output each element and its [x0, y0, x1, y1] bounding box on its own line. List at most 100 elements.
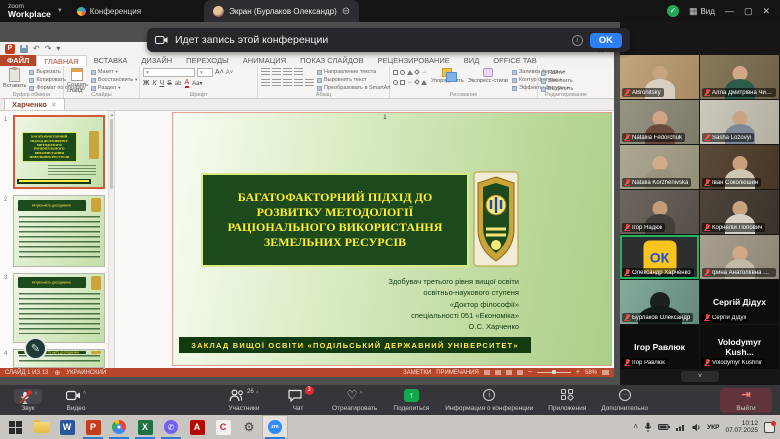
justify-button[interactable]: [294, 79, 303, 87]
paragraph-item-1[interactable]: Выровнять текст: [317, 77, 391, 83]
taskbar-excel-icon[interactable]: X: [132, 415, 158, 439]
slide-title-box[interactable]: БАГАТОФАКТОРНИЙ ПІДХІД ДО РОЗВИТКУ МЕТОД…: [201, 173, 469, 267]
participant-tile[interactable]: Сергій ДідухСергій Дідух: [700, 280, 779, 324]
paste-button[interactable]: Вставить: [3, 68, 26, 91]
taskbar-powerpoint-icon[interactable]: P: [80, 415, 106, 439]
view-button[interactable]: ▦ Вид: [689, 6, 715, 17]
ribbon-tab-officetab[interactable]: OFFICE TAB: [486, 55, 543, 66]
taskbar-word-icon[interactable]: W: [54, 415, 80, 439]
hidden-icons-chevron[interactable]: ˄: [633, 423, 638, 431]
tab-meeting[interactable]: Конференция: [69, 0, 149, 22]
zoom-in-icon[interactable]: +: [576, 369, 580, 376]
participant-tile[interactable]: ABronitsky: [620, 55, 699, 99]
comments-button[interactable]: ПРИМЕЧАНИЯ: [436, 370, 479, 376]
align-left-button[interactable]: [261, 79, 270, 87]
taskbar-clock[interactable]: 10:12 07.07.2025: [725, 420, 758, 435]
indent-decrease-button[interactable]: [283, 68, 292, 76]
reading-view-icon[interactable]: [506, 370, 512, 375]
taskbar-explorer-icon[interactable]: [28, 415, 54, 439]
taskbar-start-icon[interactable]: [2, 415, 28, 439]
char-spacing-button[interactable]: ab: [175, 81, 182, 87]
ribbon-tab-file[interactable]: ФАЙЛ: [0, 55, 36, 66]
ribbon-tab-design[interactable]: ДИЗАЙН: [134, 55, 179, 66]
proofing-globe-icon[interactable]: ⊕: [54, 369, 60, 377]
font-color-button[interactable]: А: [185, 79, 190, 88]
italic-button[interactable]: К: [152, 80, 156, 87]
taskbar-zoom-icon[interactable]: zm: [262, 415, 288, 439]
taskbar-viber-icon[interactable]: ✆: [158, 415, 184, 439]
thumbnails-scrollbar[interactable]: ▲: [108, 111, 114, 368]
grow-font-icon[interactable]: A˄: [215, 69, 224, 76]
clear-format-button[interactable]: Aa▾: [192, 80, 202, 87]
collapse-gallery-button[interactable]: ˅: [681, 371, 719, 382]
taskbar-comodo-icon[interactable]: C: [210, 415, 236, 439]
save-icon[interactable]: [20, 45, 28, 53]
tray-speaker-icon[interactable]: [692, 423, 701, 432]
toolbar-video-caret[interactable]: ˄: [83, 390, 86, 396]
quick-styles-button[interactable]: Экспресс-стили: [468, 68, 508, 84]
participant-tile[interactable]: Алла Дмитрівна Чик...: [700, 55, 779, 99]
participant-tile[interactable]: Ігор РавлюкІгор Равлюк: [620, 325, 699, 369]
ribbon-tab-view[interactable]: ВИД: [457, 55, 486, 66]
strikethrough-button[interactable]: S: [167, 80, 172, 87]
language-switcher[interactable]: УКР: [707, 424, 719, 431]
indent-increase-button[interactable]: [294, 68, 303, 76]
participant-tile[interactable]: Nataliia Fedorchuk: [620, 100, 699, 144]
minimize-button[interactable]: —: [725, 6, 734, 16]
participant-tile[interactable]: Ірина Анатоліївна Ясі...: [700, 235, 779, 279]
numbering-button[interactable]: [272, 68, 281, 76]
info-icon[interactable]: i: [572, 35, 583, 46]
slides-item-2[interactable]: Раздел▾: [91, 85, 137, 91]
shrink-font-icon[interactable]: A˅: [226, 70, 234, 76]
undo-icon[interactable]: ↶: [33, 45, 40, 53]
participant-tile[interactable]: Іван Соколюшин: [700, 145, 779, 189]
toolbar-info-button[interactable]: iИнформация о конференции: [445, 389, 533, 412]
maximize-button[interactable]: ▢: [744, 6, 753, 17]
tab-screen-share[interactable]: Экран (Бурлаков Олександр) ⊖: [204, 0, 359, 22]
ribbon-tab-animations[interactable]: АНИМАЦИЯ: [236, 55, 293, 66]
underline-button[interactable]: Ч: [159, 80, 164, 87]
toolbar-leave-button[interactable]: ⇥Выйти: [726, 389, 766, 412]
recording-ok-button[interactable]: OK: [590, 33, 622, 48]
fit-to-window-icon[interactable]: [602, 370, 609, 375]
participant-tile[interactable]: Volodymyr Kush...Volodymyr Kushnir: [700, 325, 779, 369]
participant-tile[interactable]: Sasha Lozovyi: [700, 100, 779, 144]
taskbar-chrome-icon[interactable]: [106, 415, 132, 439]
slide-sorter-view-icon[interactable]: [495, 370, 501, 375]
toolbar-react-button[interactable]: ♡˄Отреагировать: [332, 389, 377, 412]
slide-footer-bar[interactable]: ЗАКЛАД ВИЩОЇ ОСВІТИ «ПОДІЛЬСЬКИЙ ДЕРЖАВН…: [179, 337, 531, 353]
leave-button-wrap[interactable]: ⇥Выйти: [720, 388, 772, 413]
tray-network-icon[interactable]: [676, 423, 686, 431]
toolbar-more-button[interactable]: ···Дополнительно: [601, 389, 648, 412]
current-slide[interactable]: 1 БАГАТОФАКТОРНИЙ ПІДХІД ДО РОЗВИТКУ МЕТ…: [172, 112, 612, 366]
arrange-button[interactable]: Упорядочить: [431, 68, 464, 84]
new-slide-button[interactable]: Создать слайд: [67, 68, 88, 94]
shapes-gallery[interactable]: → ↔: [393, 68, 427, 86]
ribbon-tab-home[interactable]: ГЛАВНАЯ: [36, 55, 86, 66]
workspace-dropdown-caret[interactable]: ▼: [57, 8, 63, 14]
align-right-button[interactable]: [283, 79, 292, 87]
font-size-box[interactable]: ▾: [197, 68, 213, 77]
ribbon-tab-review[interactable]: РЕЦЕНЗИРОВАНИЕ: [371, 55, 457, 66]
toolbar-participants-button[interactable]: 26˄Участники: [224, 389, 264, 412]
ribbon-tab-transitions[interactable]: ПЕРЕХОДЫ: [179, 55, 236, 66]
notes-button[interactable]: ЗАМЕТКИ: [403, 370, 431, 376]
taskbar-acrobat-icon[interactable]: A: [184, 415, 210, 439]
language-indicator[interactable]: УКРАИНСКИЙ: [66, 370, 106, 376]
toolbar-audio-button[interactable]: ˄Звук: [8, 389, 48, 412]
font-name-box[interactable]: ▾: [143, 68, 195, 77]
taskbar-settings-icon[interactable]: ⚙: [236, 415, 262, 439]
editing-item-0[interactable]: Найти: [541, 70, 591, 76]
tray-mic-icon[interactable]: [644, 422, 652, 432]
toolbar-chat-button[interactable]: ˄3Чат: [278, 389, 318, 412]
slides-item-0[interactable]: Макет▾: [91, 69, 137, 75]
participant-tile[interactable]: Корнелій Попович: [700, 190, 779, 234]
toolbar-react-caret[interactable]: ˄: [359, 390, 362, 396]
zoom-percentage[interactable]: 58%: [585, 370, 597, 376]
ribbon-tab-insert[interactable]: ВСТАВКА: [87, 55, 135, 66]
redo-icon[interactable]: ↷: [45, 45, 52, 53]
bullets-button[interactable]: [261, 68, 270, 76]
tray-battery-icon[interactable]: [658, 423, 670, 431]
document-tab[interactable]: Харченко ✕: [4, 98, 65, 110]
powerpoint-logo-icon[interactable]: P: [5, 44, 15, 54]
